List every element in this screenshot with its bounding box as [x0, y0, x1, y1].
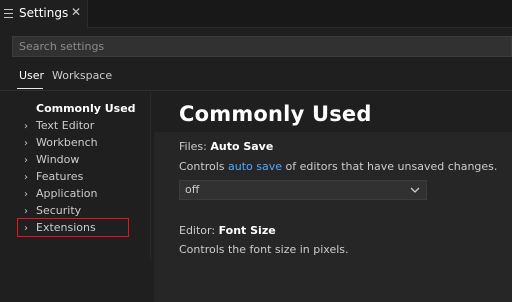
tab-workspace[interactable]: Workspace — [52, 69, 112, 82]
toc-item-label: Text Editor — [36, 119, 95, 132]
focused-setting-background — [154, 132, 512, 302]
font-size-description: Controls the font size in pixels. — [179, 243, 349, 256]
settings-tab-title: Settings — [19, 6, 69, 20]
settings-content: Commonly Used Files: Auto Save Controls … — [151, 92, 512, 302]
editor-tab-bar: Settings ✕ — [0, 0, 512, 28]
toc-item-window[interactable]: › Window — [24, 151, 79, 168]
toc-item-commonly-used[interactable]: Commonly Used — [36, 100, 136, 117]
search-settings-input[interactable]: Search settings — [12, 36, 512, 57]
tab-user[interactable]: User — [19, 69, 44, 82]
toc-item-security[interactable]: › Security — [24, 202, 81, 219]
setting-category: Files: — [179, 140, 207, 153]
setting-category: Editor: — [179, 224, 216, 237]
auto-save-description: Controls auto save of editors that have … — [179, 160, 497, 173]
auto-save-link[interactable]: auto save — [228, 160, 282, 173]
chevron-right-icon: › — [24, 155, 28, 166]
chevron-right-icon: › — [24, 189, 28, 200]
active-tab-underline — [17, 88, 43, 89]
toc-item-label: Application — [36, 187, 98, 200]
settings-scope-tabs: User Workspace — [0, 62, 512, 90]
settings-tab[interactable]: Settings ✕ — [0, 0, 88, 28]
section-heading: Commonly Used — [179, 102, 372, 126]
desc-text-post: of editors that have unsaved changes. — [282, 160, 498, 173]
divider — [0, 90, 512, 91]
toc-item-features[interactable]: › Features — [24, 168, 83, 185]
desc-text-pre: Controls — [179, 160, 228, 173]
settings-tab-icon — [4, 9, 13, 19]
chevron-down-icon — [410, 181, 420, 206]
toc-item-label: Window — [36, 153, 80, 166]
extensions-highlight-box — [17, 218, 129, 237]
toc-item-label: Workbench — [36, 136, 98, 149]
font-size-title: Editor: Font Size — [179, 224, 276, 237]
toc-item-workbench[interactable]: › Workbench — [24, 134, 98, 151]
setting-name: Auto Save — [210, 140, 274, 153]
auto-save-dropdown[interactable]: off — [179, 180, 427, 200]
toc-item-text-editor[interactable]: › Text Editor — [24, 117, 94, 134]
toc-item-label: Features — [36, 170, 84, 183]
dropdown-value: off — [185, 183, 200, 196]
auto-save-title: Files: Auto Save — [179, 140, 273, 153]
setting-name: Font Size — [218, 224, 276, 237]
toc-item-label: Security — [36, 204, 82, 217]
chevron-right-icon: › — [24, 172, 28, 183]
chevron-right-icon: › — [24, 121, 28, 132]
toc-item-application[interactable]: › Application — [24, 185, 97, 202]
close-icon[interactable]: ✕ — [71, 5, 81, 19]
chevron-right-icon: › — [24, 138, 28, 149]
